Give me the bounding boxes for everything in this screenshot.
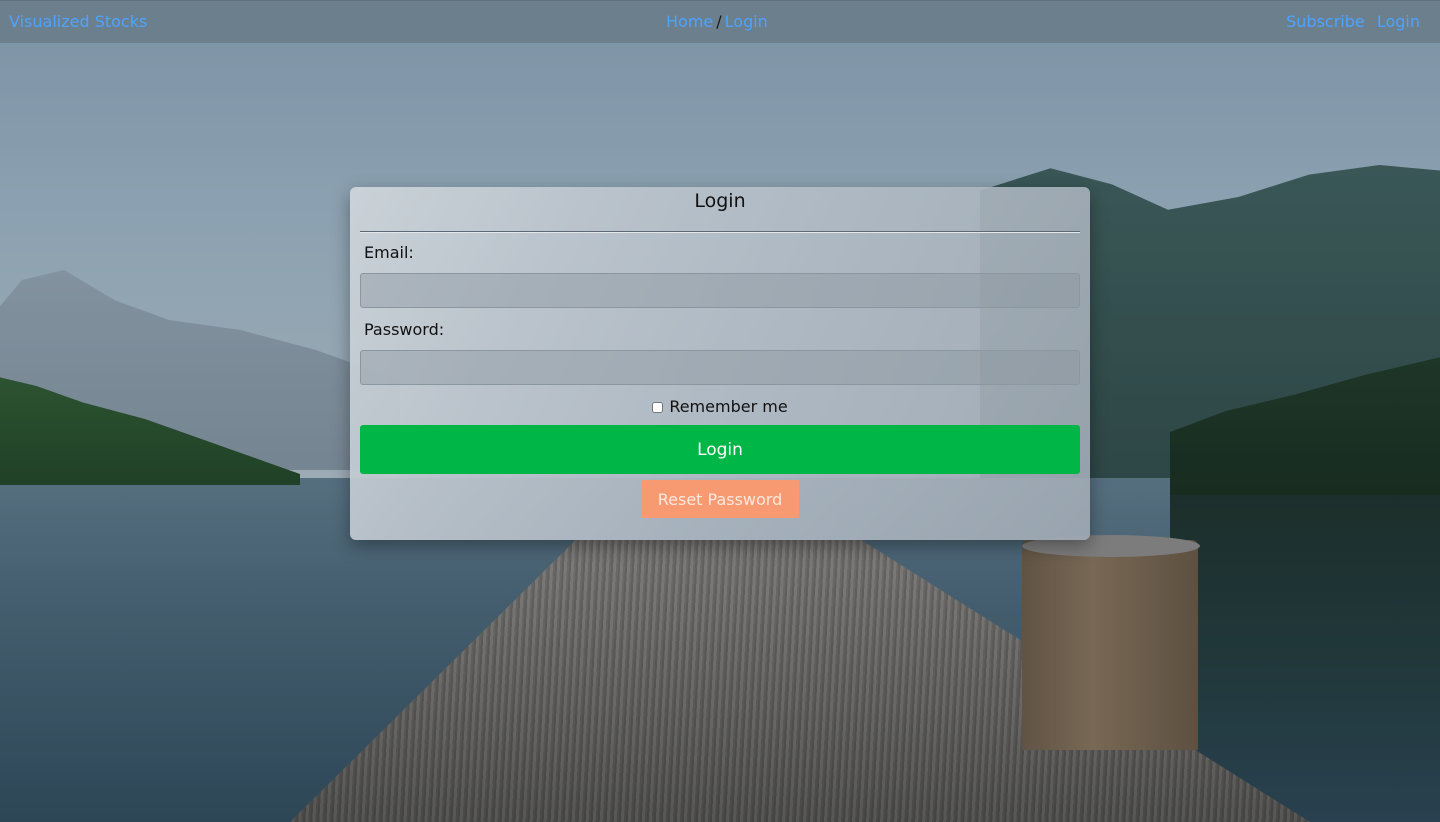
remember-me-checkbox[interactable] — [652, 402, 664, 413]
title-divider — [360, 231, 1080, 233]
remember-me-label: Remember me — [669, 397, 788, 416]
login-link[interactable]: Login — [1377, 12, 1420, 31]
subscribe-link[interactable]: Subscribe — [1286, 12, 1365, 31]
top-navbar: Visualized Stocks Home / Login Subscribe L… — [0, 0, 1440, 43]
login-card-title: Login — [694, 190, 746, 212]
breadcrumb-login-link[interactable]: Login — [725, 12, 768, 31]
email-label: Email: — [364, 243, 414, 262]
breadcrumb-separator: / — [716, 12, 722, 31]
breadcrumb: Home / Login — [666, 12, 768, 31]
password-label: Password: — [364, 320, 445, 339]
remember-me-row: Remember me — [350, 397, 1090, 416]
login-card: Login Email: Password: Remember me Login… — [350, 187, 1090, 540]
nav-right-links: Subscribe Login — [1279, 12, 1420, 31]
reset-password-button[interactable]: Reset Password — [641, 480, 799, 518]
brand-link[interactable]: Visualized Stocks — [9, 12, 147, 31]
login-button[interactable]: Login — [360, 425, 1080, 474]
breadcrumb-home-link[interactable]: Home — [666, 12, 713, 31]
password-field[interactable] — [360, 350, 1080, 385]
email-field[interactable] — [360, 273, 1080, 308]
